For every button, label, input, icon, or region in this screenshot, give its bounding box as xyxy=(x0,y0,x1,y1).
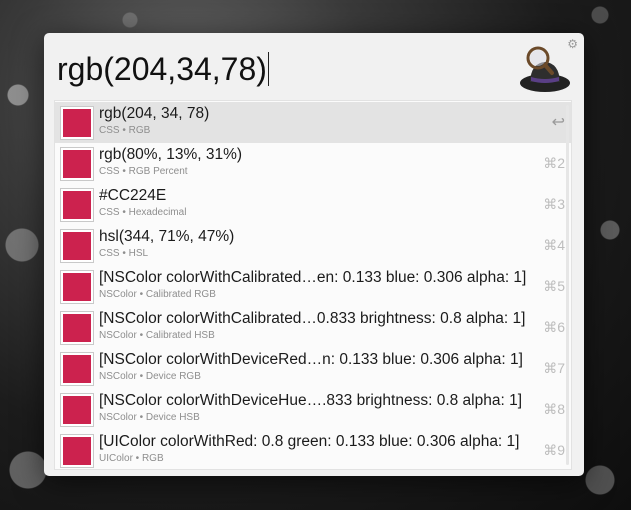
result-subtitle: NSColor • Device HSB xyxy=(99,412,200,423)
result-shortcut: ⌘9 xyxy=(543,442,565,458)
result-shortcut: ⌘5 xyxy=(543,278,565,294)
result-subtitle: CSS • RGB Percent xyxy=(99,166,188,177)
return-key-icon: ↩ xyxy=(551,114,565,131)
result-row-3[interactable]: #CC224E CSS • Hexadecimal ⌘3 xyxy=(55,184,571,225)
result-row-2[interactable]: rgb(80%, 13%, 31%) CSS • RGB Percent ⌘2 xyxy=(55,143,571,184)
search-query-text: rgb(204,34,78) xyxy=(57,51,267,87)
text-caret xyxy=(267,52,270,86)
result-subtitle: CSS • Hexadecimal xyxy=(99,207,187,218)
result-title: [NSColor colorWithCalibrated…0.833 brigh… xyxy=(99,310,526,327)
color-swatch xyxy=(61,312,93,344)
color-swatch xyxy=(61,107,93,139)
color-swatch xyxy=(61,435,93,467)
result-row-7[interactable]: [NSColor colorWithDeviceRed…n: 0.133 blu… xyxy=(55,348,571,389)
result-title: #CC224E xyxy=(99,187,167,204)
result-title: rgb(204, 34, 78) xyxy=(99,105,210,122)
color-swatch xyxy=(61,353,93,385)
result-shortcut: ⌘3 xyxy=(543,196,565,212)
color-swatch xyxy=(61,189,93,221)
color-swatch xyxy=(61,148,93,180)
result-title: rgb(80%, 13%, 31%) xyxy=(99,146,243,163)
result-shortcut: ⌘8 xyxy=(543,401,565,417)
result-title: [NSColor colorWithDeviceHue….833 brightn… xyxy=(99,392,523,409)
result-subtitle: UIColor • RGB xyxy=(99,453,164,464)
result-shortcut: ⌘2 xyxy=(543,155,565,171)
result-row-1[interactable]: rgb(204, 34, 78) CSS • RGB ↩ xyxy=(55,102,571,143)
result-shortcut: ⌘6 xyxy=(543,319,565,335)
result-subtitle: NSColor • Device RGB xyxy=(99,371,201,382)
result-shortcut: ⌘7 xyxy=(543,360,565,376)
alfred-hat-icon xyxy=(520,46,570,92)
result-shortcut: ⌘4 xyxy=(543,237,565,253)
result-row-6[interactable]: [NSColor colorWithCalibrated…0.833 brigh… xyxy=(55,307,571,348)
result-title: [NSColor colorWithCalibrated…en: 0.133 b… xyxy=(99,269,527,286)
result-subtitle: NSColor • Calibrated RGB xyxy=(99,289,216,300)
result-row-5[interactable]: [NSColor colorWithCalibrated…en: 0.133 b… xyxy=(55,266,571,307)
results-list: rgb(204, 34, 78) CSS • RGB ↩ rgb(80%, 13… xyxy=(54,100,572,470)
result-row-8[interactable]: [NSColor colorWithDeviceHue….833 brightn… xyxy=(55,389,571,430)
result-row-4[interactable]: hsl(344, 71%, 47%) CSS • HSL ⌘4 xyxy=(55,225,571,266)
result-title: [NSColor colorWithDeviceRed…n: 0.133 blu… xyxy=(99,351,523,368)
results-scrollbar[interactable] xyxy=(566,105,569,465)
result-subtitle: CSS • HSL xyxy=(99,248,149,259)
color-swatch xyxy=(61,394,93,426)
result-title: hsl(344, 71%, 47%) xyxy=(99,228,235,245)
search-input[interactable]: rgb(204,34,78) xyxy=(57,47,497,91)
color-swatch xyxy=(61,230,93,262)
result-row-9[interactable]: [UIColor colorWithRed: 0.8 green: 0.133 … xyxy=(55,430,571,471)
color-swatch xyxy=(61,271,93,303)
result-subtitle: CSS • RGB xyxy=(99,125,151,136)
result-subtitle: NSColor • Calibrated HSB xyxy=(99,330,215,341)
result-title: [UIColor colorWithRed: 0.8 green: 0.133 … xyxy=(99,433,520,450)
alfred-window: ⚙ rgb(204,34,78) rgb(204, 34, 78) CSS • … xyxy=(44,33,584,476)
